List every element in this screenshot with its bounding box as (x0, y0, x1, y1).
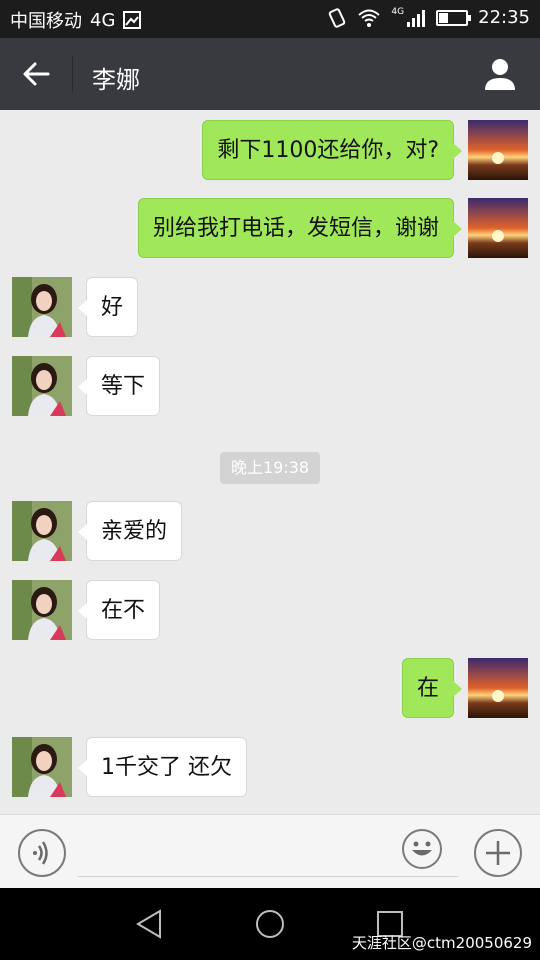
person-icon[interactable] (482, 56, 518, 92)
contact-avatar[interactable] (12, 277, 72, 337)
message-row: 好 (0, 277, 540, 339)
image-notification-icon (123, 11, 142, 29)
carrier-name: 中国移动 (10, 11, 82, 32)
nav-home-icon[interactable] (252, 906, 288, 942)
message-list[interactable]: 剩下1100还给你，对? 别给我打电话，发短信，谢谢 好 等下 晚上19:38 … (0, 110, 540, 814)
wifi-icon (358, 9, 381, 27)
message-row: 在 (0, 658, 540, 720)
back-arrow-icon[interactable] (18, 56, 54, 92)
received-message-bubble[interactable]: 亲爱的 (77, 501, 183, 561)
received-message-bubble[interactable]: 等下 (77, 356, 161, 416)
message-input[interactable] (78, 829, 458, 877)
status-bar: 中国移动 4G 4G 22:35 (0, 0, 540, 38)
clock: 22:35 (478, 7, 530, 28)
status-left: 中国移动 4G (10, 7, 142, 33)
contact-avatar[interactable] (12, 580, 72, 640)
emoji-button[interactable] (402, 829, 442, 869)
chat-header: 李娜 (0, 38, 540, 110)
header-divider (72, 56, 73, 92)
message-row: 在不 (0, 580, 540, 642)
emoji-icon (412, 841, 432, 856)
more-button[interactable] (474, 829, 522, 877)
voice-button[interactable] (18, 829, 66, 877)
watermark-text: 天涯社区@ctm20050629 (351, 934, 532, 952)
timestamp-label: 晚上19:38 (220, 452, 320, 484)
nav-back-icon[interactable] (132, 906, 168, 942)
voice-icon (33, 841, 48, 865)
contact-avatar[interactable] (12, 501, 72, 561)
message-row: 剩下1100还给你，对? (0, 120, 540, 182)
sent-message-bubble[interactable]: 剩下1100还给你，对? (202, 120, 462, 180)
sent-message-bubble[interactable]: 在 (401, 658, 463, 718)
plus-icon (486, 841, 510, 865)
signal-icon (407, 9, 426, 27)
message-row: 等下 (0, 356, 540, 418)
contact-name: 李娜 (92, 66, 140, 94)
contact-avatar[interactable] (12, 356, 72, 416)
battery-icon (436, 9, 472, 26)
input-bar (0, 814, 540, 888)
received-message-bubble[interactable]: 在不 (77, 580, 161, 640)
system-nav-bar: 天涯社区@ctm20050629 (0, 888, 540, 960)
network-type: 4G (90, 9, 116, 31)
my-avatar[interactable] (468, 120, 528, 180)
message-row: 1千交了 还欠 (0, 737, 540, 799)
my-avatar[interactable] (468, 198, 528, 258)
contact-avatar[interactable] (12, 737, 72, 797)
vibrate-icon (329, 7, 346, 28)
sent-message-bubble[interactable]: 别给我打电话，发短信，谢谢 (137, 198, 463, 258)
my-avatar[interactable] (468, 658, 528, 718)
message-row: 亲爱的 (0, 501, 540, 563)
received-message-bubble[interactable]: 1千交了 还欠 (78, 737, 247, 797)
signal-network-label: 4G (391, 6, 405, 17)
received-message-bubble[interactable]: 好 (77, 277, 139, 337)
status-right: 4G 22:35 (327, 7, 530, 28)
message-row: 别给我打电话，发短信，谢谢 (0, 198, 540, 260)
